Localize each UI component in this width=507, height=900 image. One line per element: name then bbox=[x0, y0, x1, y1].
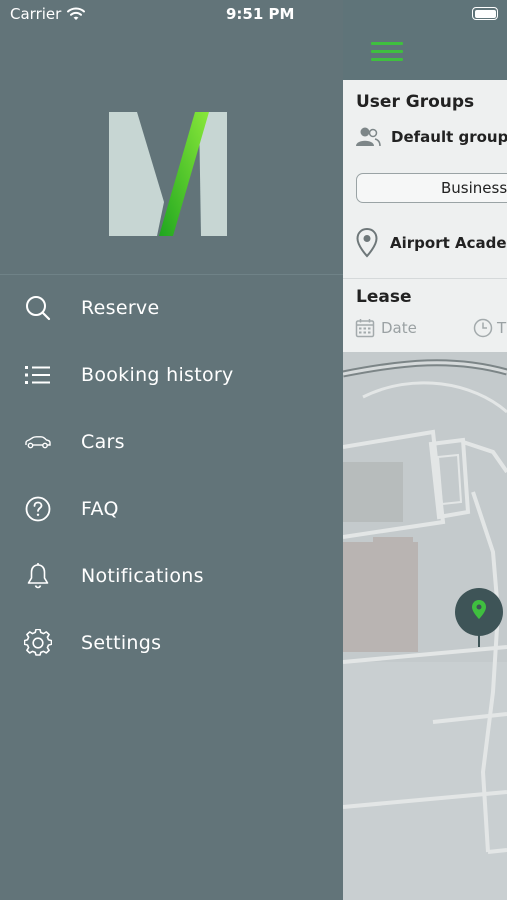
user-groups-title: User Groups bbox=[356, 92, 475, 112]
menu-label-faq: FAQ bbox=[81, 498, 119, 520]
search-icon bbox=[24, 294, 52, 322]
menu-item-settings[interactable]: Settings bbox=[0, 616, 343, 670]
menu-label-notifications: Notifications bbox=[81, 565, 204, 587]
menu-label-reserve: Reserve bbox=[81, 297, 160, 319]
menu-item-notifications[interactable]: Notifications bbox=[0, 549, 343, 603]
map-pin-icon bbox=[356, 228, 378, 258]
help-icon bbox=[24, 495, 52, 523]
drawer-divider bbox=[0, 274, 343, 275]
car-icon bbox=[24, 428, 52, 456]
user-type-segment[interactable]: Business bbox=[356, 173, 507, 203]
location-row[interactable]: Airport Academ bbox=[356, 228, 507, 258]
menu-icon[interactable] bbox=[371, 40, 403, 64]
list-icon bbox=[24, 361, 52, 389]
marker-icon bbox=[472, 600, 486, 619]
menu-label-booking-history: Booking history bbox=[81, 364, 234, 386]
map-location-marker[interactable] bbox=[455, 588, 503, 636]
default-group-label: Default group bbox=[391, 128, 507, 146]
status-bar: Carrier 9:51 PM bbox=[0, 0, 507, 28]
date-placeholder: Date bbox=[381, 319, 417, 337]
menu-item-cars[interactable]: Cars bbox=[0, 415, 343, 469]
menu-item-reserve[interactable]: Reserve bbox=[0, 281, 343, 335]
time-placeholder: T bbox=[497, 319, 507, 337]
booking-panel: User Groups Default group Business Airpo… bbox=[343, 80, 507, 352]
menu-item-booking-history[interactable]: Booking history bbox=[0, 348, 343, 402]
app-logo bbox=[109, 112, 227, 236]
default-group-row[interactable]: Default group bbox=[355, 126, 507, 148]
date-field[interactable]: Date bbox=[355, 318, 417, 338]
map-view[interactable] bbox=[343, 352, 507, 900]
menu-label-cars: Cars bbox=[81, 431, 125, 453]
gear-icon bbox=[24, 629, 52, 657]
bell-icon bbox=[24, 562, 52, 590]
carrier-label: Carrier bbox=[10, 5, 62, 23]
panel-divider bbox=[343, 278, 507, 279]
calendar-icon bbox=[355, 319, 375, 338]
segment-business-label: Business bbox=[441, 179, 507, 197]
users-icon bbox=[356, 127, 381, 147]
side-drawer: Reserve Booking history Cars FAQ Notific… bbox=[0, 0, 343, 900]
time-field[interactable]: T bbox=[473, 318, 506, 338]
battery-icon bbox=[472, 7, 498, 20]
wifi-icon bbox=[67, 7, 86, 20]
main-screen: User Groups Default group Business Airpo… bbox=[343, 0, 507, 900]
lease-title: Lease bbox=[356, 287, 412, 307]
menu-label-settings: Settings bbox=[81, 632, 162, 654]
status-time: 9:51 PM bbox=[226, 5, 295, 23]
menu-item-faq[interactable]: FAQ bbox=[0, 482, 343, 536]
carrier-indicator: Carrier bbox=[10, 5, 86, 23]
location-label: Airport Academ bbox=[390, 234, 507, 252]
marker-stem bbox=[478, 635, 480, 647]
clock-icon bbox=[473, 318, 493, 338]
